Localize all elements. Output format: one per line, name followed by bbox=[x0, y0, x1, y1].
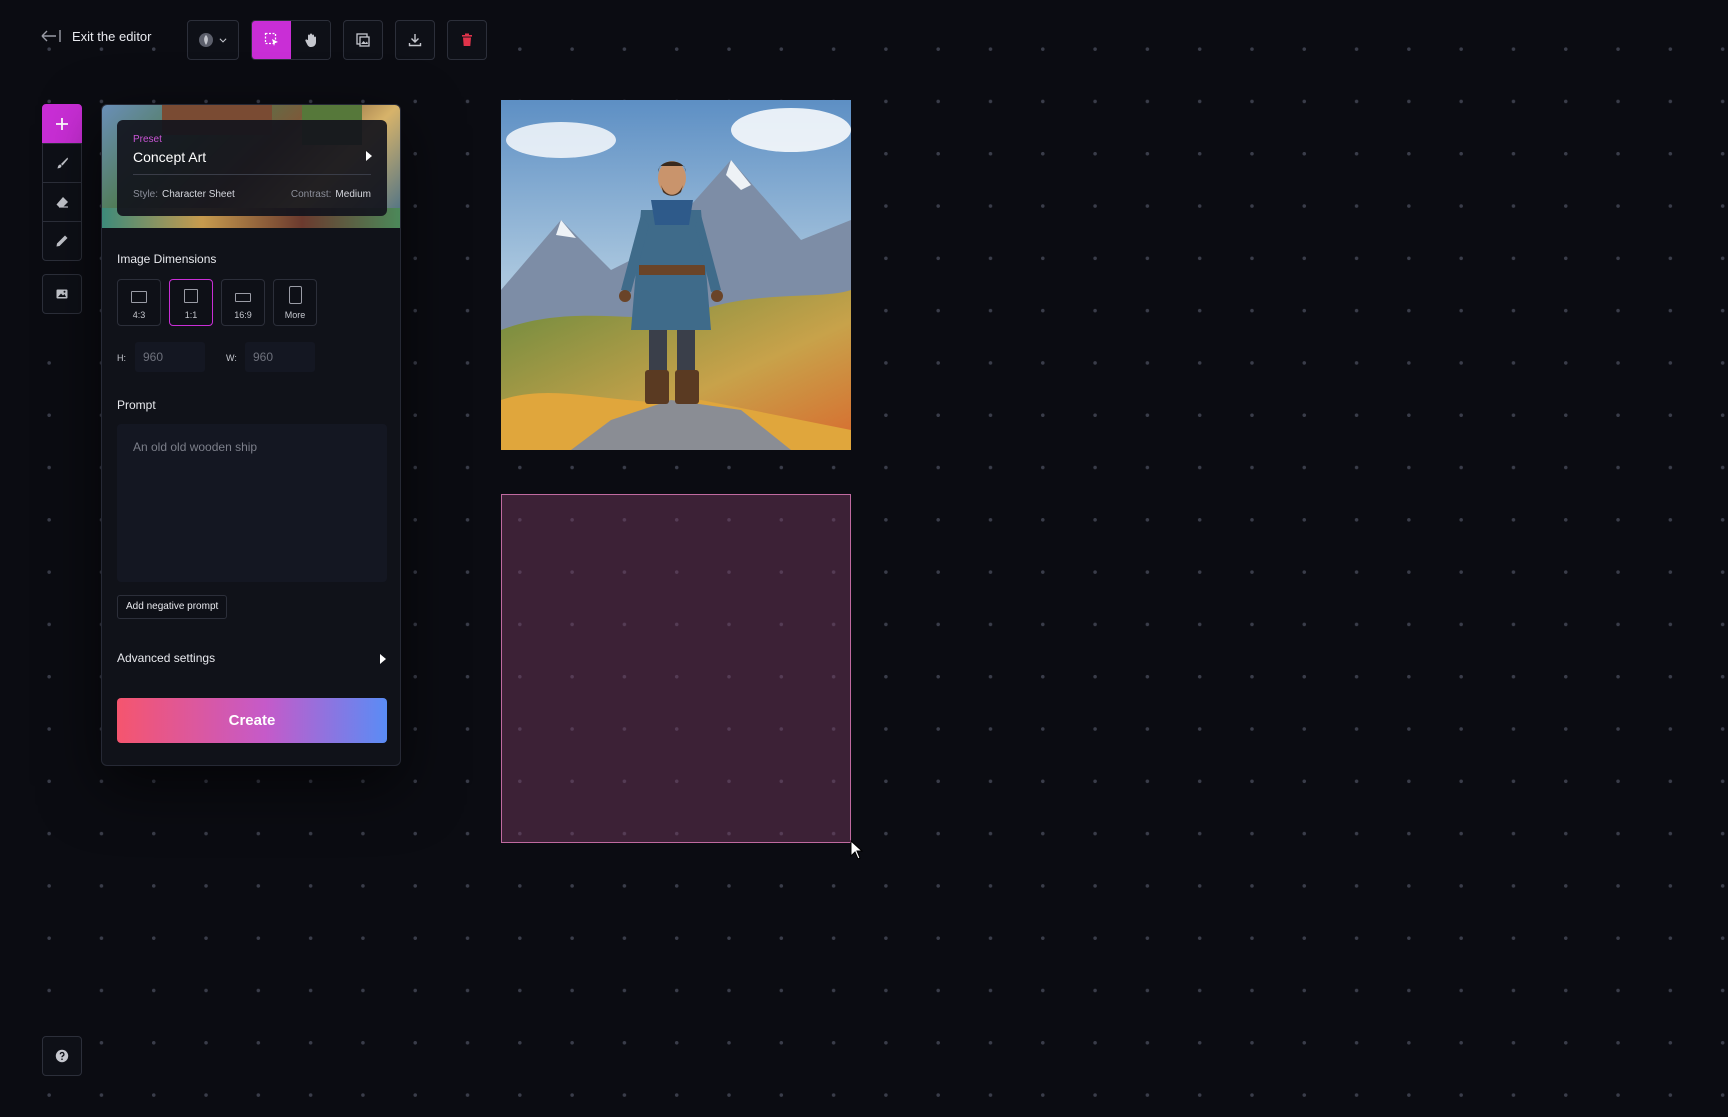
generation-frame-placeholder[interactable] bbox=[501, 494, 851, 843]
preset-name: Concept Art bbox=[133, 149, 207, 165]
delete-button[interactable] bbox=[447, 20, 487, 60]
ratio-1-1-button[interactable]: 1:1 bbox=[169, 279, 213, 326]
exit-editor-label: Exit the editor bbox=[72, 28, 152, 44]
pencil-icon bbox=[56, 235, 68, 247]
ratio-more-button[interactable]: More bbox=[273, 279, 317, 326]
image-gallery-icon bbox=[356, 33, 370, 47]
caret-right-icon bbox=[380, 654, 386, 664]
question-icon bbox=[55, 1049, 69, 1063]
preset-label: Preset bbox=[133, 134, 162, 145]
create-button[interactable]: Create bbox=[117, 698, 387, 743]
height-input[interactable]: 960 bbox=[135, 342, 205, 372]
mouse-cursor-icon bbox=[850, 840, 864, 860]
select-tool-button[interactable] bbox=[252, 21, 291, 59]
width-input[interactable]: 960 bbox=[245, 342, 315, 372]
ratio-label: More bbox=[284, 310, 306, 320]
select-cursor-icon bbox=[264, 32, 278, 46]
left-toolbar bbox=[42, 104, 82, 314]
ratio-16-9-button[interactable]: 16:9 bbox=[221, 279, 265, 326]
model-select-button[interactable] bbox=[187, 20, 239, 60]
add-negative-prompt-button[interactable]: Add negative prompt bbox=[117, 595, 228, 619]
preset-selector[interactable]: Preset Concept Art Style: Character Sheet… bbox=[117, 120, 387, 216]
advanced-settings-label: Advanced settings bbox=[117, 651, 216, 665]
eraser-tool-button[interactable] bbox=[42, 182, 82, 222]
pan-tool-button[interactable] bbox=[291, 21, 330, 59]
preset-contrast: Contrast: Medium bbox=[290, 189, 371, 200]
character-artwork bbox=[501, 100, 851, 450]
width-label: W: bbox=[226, 353, 237, 363]
aspect-ratio-options: 4:3 1:1 16:9 More bbox=[117, 279, 317, 326]
preset-divider bbox=[133, 174, 371, 175]
ratio-4-3-button[interactable]: 4:3 bbox=[117, 279, 161, 326]
trash-icon bbox=[462, 33, 472, 46]
top-toolbar: Exit the editor bbox=[0, 0, 1728, 80]
ratio-4-3-icon bbox=[131, 291, 147, 303]
generation-panel: Preset Concept Art Style: Character Sheet… bbox=[101, 104, 401, 766]
canvas-mode-group bbox=[251, 20, 331, 60]
image-tool-button[interactable] bbox=[42, 274, 82, 314]
ratio-label: 4:3 bbox=[132, 310, 146, 320]
more-ratios-icon bbox=[289, 286, 302, 304]
help-button[interactable] bbox=[42, 1036, 82, 1076]
generated-image[interactable] bbox=[501, 100, 851, 450]
arrow-left-bar-icon bbox=[41, 30, 61, 42]
hand-icon bbox=[304, 33, 316, 47]
exit-editor-button[interactable]: Exit the editor bbox=[40, 28, 152, 44]
prompt-textarea[interactable]: An old old wooden ship bbox=[117, 424, 387, 582]
height-label: H: bbox=[117, 353, 126, 363]
chevron-down-icon bbox=[219, 38, 227, 43]
eraser-icon bbox=[56, 197, 68, 208]
brush-tool-button[interactable] bbox=[42, 143, 82, 183]
caret-right-icon bbox=[366, 151, 372, 161]
prompt-title: Prompt bbox=[117, 398, 156, 412]
ratio-label: 1:1 bbox=[184, 310, 198, 320]
pencil-tool-button[interactable] bbox=[42, 221, 82, 261]
ratio-1-1-icon bbox=[184, 289, 198, 303]
advanced-settings-toggle[interactable]: Advanced settings bbox=[117, 651, 387, 665]
gallery-button[interactable] bbox=[343, 20, 383, 60]
plus-icon bbox=[56, 118, 68, 130]
ratio-16-9-icon bbox=[235, 293, 251, 302]
download-icon bbox=[408, 34, 422, 47]
download-button[interactable] bbox=[395, 20, 435, 60]
brush-icon bbox=[57, 157, 68, 169]
image-dimensions-title: Image Dimensions bbox=[117, 252, 217, 266]
model-avatar-icon bbox=[199, 33, 213, 47]
preset-style: Style: Character Sheet bbox=[133, 189, 235, 200]
add-button[interactable] bbox=[42, 104, 82, 144]
ratio-label: 16:9 bbox=[234, 310, 252, 320]
image-icon bbox=[56, 289, 68, 299]
